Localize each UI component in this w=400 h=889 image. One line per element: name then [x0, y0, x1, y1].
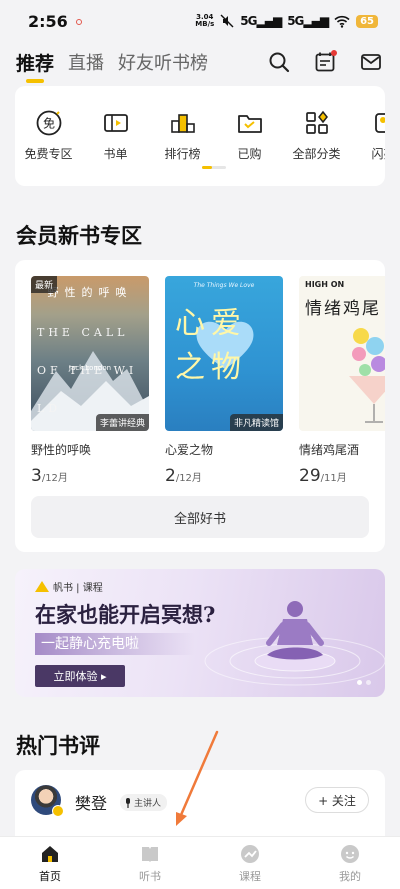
entry-all-categories[interactable]: 全部分类	[283, 108, 350, 162]
calendar-badge	[331, 50, 337, 56]
book-cover[interactable]: 野性的呼唤 THE CALL OF THE WILD Jack London 最…	[31, 276, 149, 431]
tab-live[interactable]: 直播	[68, 49, 104, 75]
bottom-nav: 首页 听书 课程 我的	[0, 836, 400, 889]
spark-icon	[369, 108, 385, 138]
entry-spark[interactable]: 闪亮	[350, 108, 385, 162]
banner-subline: 一起静心充电啦	[35, 633, 195, 655]
meditation-banner[interactable]: 帆书 | 课程 在家也能开启冥想? 一起静心充电啦 立即体验 ▸	[15, 569, 385, 697]
book-cover[interactable]: The Things We Love 心爱之物 非凡精读馆	[165, 276, 283, 431]
book-title: 心爱之物	[165, 443, 214, 457]
entry-booklist[interactable]: 书单	[82, 108, 149, 162]
status-time: 2:56	[28, 11, 68, 31]
follow-button[interactable]: + 关注	[305, 787, 369, 813]
avatar[interactable]	[31, 785, 64, 817]
entry-ranking[interactable]: 排行榜	[149, 108, 216, 162]
cover-tag: 李蕾讲经典	[95, 414, 149, 431]
banner-headline: 在家也能开启冥想?	[35, 602, 216, 627]
book-date: 29/11月	[299, 466, 347, 486]
book-cover[interactable]: HIGH ON 情绪鸡尾 樊	[299, 276, 385, 431]
book-item[interactable]: HIGH ON 情绪鸡尾 樊 情绪鸡尾酒 29/11月	[299, 276, 385, 486]
quick-entry-panel: 免 免费专区 书单 排行榜 已购 全部分类 闪	[15, 86, 385, 186]
nav-home[interactable]: 首页	[0, 837, 100, 889]
svg-text:免: 免	[42, 116, 54, 131]
nav-listen[interactable]: 听书	[100, 837, 200, 889]
home-icon	[42, 846, 58, 862]
calendar-icon[interactable]	[312, 49, 338, 75]
free-icon: 免	[34, 108, 64, 138]
mute-icon	[220, 14, 234, 28]
category-icon	[302, 108, 332, 138]
book-item[interactable]: The Things We Love 心爱之物 非凡精读馆 心爱之物 2/12月	[165, 276, 283, 486]
signal-icon: 5G▂▄▆	[240, 14, 282, 28]
banner-brand: 帆书 | 课程	[35, 579, 103, 594]
scroll-indicator	[202, 166, 226, 169]
battery-indicator: 65	[356, 14, 378, 28]
network-speed: 3.04 MB/s	[195, 13, 215, 28]
reviewer-name[interactable]: 樊登	[75, 790, 107, 814]
tab-friends-ranking[interactable]: 好友听书榜	[118, 49, 208, 75]
brand-logo-icon	[35, 581, 49, 592]
mail-icon[interactable]	[358, 49, 384, 75]
wifi-icon	[334, 15, 350, 28]
book-title: 野性的呼唤	[31, 443, 92, 457]
host-badge: 主讲人	[120, 794, 168, 811]
book-title: 情绪鸡尾酒	[299, 443, 360, 457]
book-date: 3/12月	[31, 466, 68, 486]
nav-profile[interactable]: 我的	[300, 837, 400, 889]
entry-purchased[interactable]: 已购	[216, 108, 283, 162]
profile-icon	[341, 845, 359, 863]
folder-icon	[235, 108, 265, 138]
ranking-icon	[168, 108, 198, 138]
banner-cta-button[interactable]: 立即体验 ▸	[35, 665, 125, 687]
booklist-icon	[101, 108, 131, 138]
cover-tag: 非凡精读馆	[229, 414, 283, 431]
nav-course[interactable]: 课程	[200, 837, 300, 889]
meditation-figure-art	[204, 601, 385, 686]
book-icon	[142, 847, 158, 862]
member-books-card: 野性的呼唤 THE CALL OF THE WILD Jack London 最…	[15, 260, 385, 552]
book-item[interactable]: 野性的呼唤 THE CALL OF THE WILD Jack London 最…	[31, 276, 149, 486]
new-badge: 最新	[31, 276, 58, 293]
section-title-hot-reviews: 热门书评	[16, 734, 100, 758]
all-books-button[interactable]: 全部好书	[31, 496, 369, 538]
top-tab-bar: 推荐 直播 好友听书榜	[0, 42, 400, 83]
section-title-member-books: 会员新书专区	[16, 224, 142, 248]
verified-icon	[52, 805, 64, 817]
status-bar: 2:56 3.04 MB/s 5G▂▄▆ 5G▂▄▆ 65	[0, 0, 400, 42]
signal-icon-2: 5G▂▄▆	[287, 14, 329, 28]
notification-dot-icon	[75, 19, 82, 25]
cocktail-cover-art	[349, 328, 385, 423]
book-date: 2/12月	[165, 466, 202, 486]
microphone-icon	[126, 797, 130, 808]
banner-pager	[357, 680, 371, 685]
tab-recommend[interactable]: 推荐	[16, 49, 54, 83]
search-icon[interactable]	[266, 49, 292, 75]
course-icon	[241, 845, 259, 863]
entry-free-zone[interactable]: 免 免费专区	[15, 108, 82, 162]
